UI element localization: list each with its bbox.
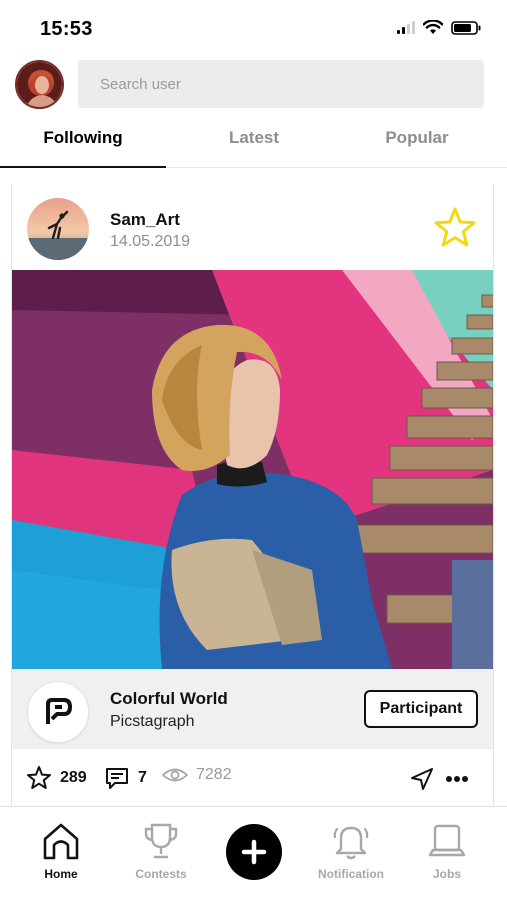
add-post-button[interactable] [226, 824, 282, 880]
views-stat: 7282 [162, 765, 232, 785]
laptop-icon [428, 824, 466, 857]
contest-title[interactable]: Colorful World [110, 689, 228, 709]
tab-latest[interactable]: Latest [171, 128, 337, 148]
contest-logo[interactable] [27, 681, 89, 743]
nav-jobs[interactable]: Jobs [402, 821, 492, 881]
post-header: Sam_Art 14.05.2019 [12, 184, 493, 270]
nav-label-jobs: Jobs [432, 867, 461, 881]
status-icons [397, 20, 481, 35]
post-actions: 289 7 7282 [12, 749, 493, 806]
nav-label-home: Home [44, 867, 78, 881]
nav-contests[interactable]: Contests [116, 821, 206, 881]
post-photo[interactable] [12, 270, 493, 669]
post-date: 14.05.2019 [110, 233, 191, 250]
likes-count: 289 [60, 769, 87, 786]
nav-label-contests: Contests [135, 867, 187, 881]
send-icon[interactable] [409, 766, 435, 792]
search-input[interactable] [100, 75, 484, 93]
post-author-avatar[interactable] [27, 198, 89, 260]
contest-subtitle: Picstagraph [110, 713, 195, 730]
picstagraph-logo-icon [46, 698, 72, 724]
cellular-signal-icon [397, 21, 415, 34]
nav-home[interactable]: Home [16, 821, 106, 881]
post-username[interactable]: Sam_Art [110, 210, 180, 230]
home-icon [43, 823, 79, 860]
battery-icon [451, 20, 481, 35]
wifi-icon [423, 20, 443, 34]
active-tab-indicator [0, 166, 166, 168]
contest-bar: Colorful World Picstagraph Participant [12, 669, 493, 749]
status-bar: 15:53 [0, 0, 507, 52]
tab-following[interactable]: Following [0, 128, 166, 148]
star-icon [27, 766, 51, 789]
comment-action[interactable]: 7 [104, 765, 147, 791]
bottom-navigation: Home Contests Notification Jobs [0, 806, 507, 900]
nav-notification[interactable]: Notification [306, 821, 396, 881]
status-time: 15:53 [40, 18, 93, 40]
trophy-icon [144, 823, 178, 859]
views-count: 7282 [196, 766, 232, 783]
nav-label-notification: Notification [318, 867, 384, 881]
comments-count: 7 [138, 769, 147, 786]
feed-tabs: Following Latest Popular [0, 118, 507, 170]
comment-icon [106, 768, 128, 789]
plus-icon [241, 839, 267, 865]
top-header [0, 58, 507, 110]
search-field[interactable] [78, 60, 484, 108]
tab-popular[interactable]: Popular [334, 128, 500, 148]
star-outline-icon[interactable] [433, 206, 477, 250]
more-options-icon[interactable] [445, 775, 469, 783]
eye-icon [162, 768, 188, 782]
participant-button[interactable]: Participant [364, 690, 478, 728]
post-card: Sam_Art 14.05.2019 Colorful World Picsta… [11, 184, 494, 806]
like-action[interactable]: 289 [26, 765, 87, 791]
my-profile-avatar[interactable] [15, 60, 64, 109]
bell-icon [333, 826, 369, 860]
